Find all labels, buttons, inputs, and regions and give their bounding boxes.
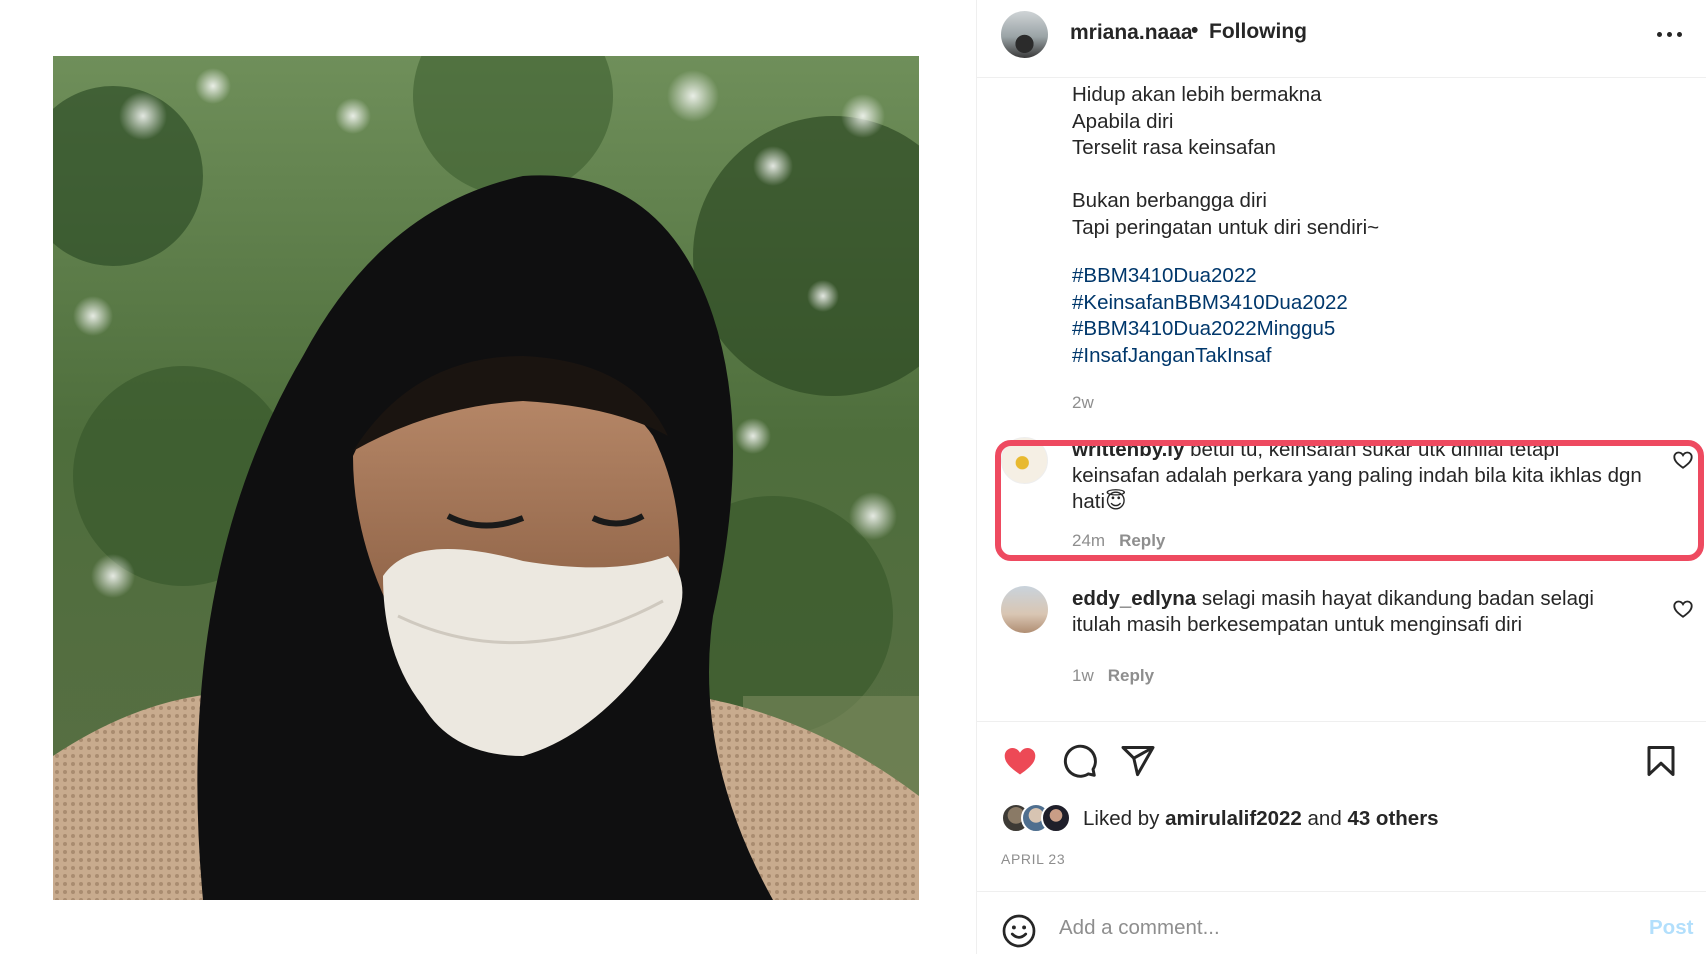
comment-emoji: 😇 bbox=[1105, 490, 1127, 513]
owner-avatar[interactable] bbox=[1001, 11, 1048, 58]
caption-timestamp[interactable]: 2w bbox=[1072, 393, 1094, 413]
comment-like-heart-icon[interactable] bbox=[1672, 449, 1694, 471]
comment-text: writtenby.ly betul tu, keinsafan sukar u… bbox=[1072, 437, 1642, 515]
likes-others-link[interactable]: 43 others bbox=[1347, 807, 1438, 830]
caption-line: Bukan berbangga diri bbox=[1072, 189, 1267, 212]
comment-like-heart-icon[interactable] bbox=[1672, 598, 1694, 620]
hashtag-link[interactable]: #BBM3410Dua2022 bbox=[1072, 263, 1672, 290]
like-heart-icon[interactable] bbox=[1001, 743, 1039, 779]
reply-button[interactable]: Reply bbox=[1119, 531, 1165, 550]
post-panel: mriana.naaa • Following Hidup akan lebih… bbox=[976, 0, 1706, 954]
likes-text: Liked by amirulalif2022 and 43 others bbox=[1083, 807, 1439, 831]
photo-hijab-portrait bbox=[53, 56, 919, 900]
comment-text: eddy_edlyna selagi masih hayat dikandung… bbox=[1072, 586, 1642, 638]
comment-composer: Post bbox=[977, 891, 1706, 954]
liker-avatar bbox=[1041, 803, 1071, 833]
add-comment-input[interactable] bbox=[1059, 908, 1579, 948]
comment-meta: 24m Reply bbox=[1072, 531, 1165, 551]
bookmark-icon[interactable] bbox=[1643, 743, 1679, 779]
caption-line bbox=[1072, 162, 1672, 189]
header-separator: • bbox=[1191, 19, 1199, 42]
comment-timestamp[interactable]: 1w bbox=[1072, 666, 1094, 685]
hashtag-link[interactable]: #InsafJanganTakInsaf bbox=[1072, 343, 1672, 370]
smiley-icon[interactable] bbox=[1001, 913, 1037, 949]
post-image[interactable] bbox=[53, 56, 919, 900]
owner-username[interactable]: mriana.naaa bbox=[1070, 21, 1193, 45]
liker-username[interactable]: amirulalif2022 bbox=[1165, 807, 1302, 830]
hashtag-link[interactable]: #KeinsafanBBM3410Dua2022 bbox=[1072, 290, 1672, 317]
comment-meta: 1w Reply bbox=[1072, 666, 1154, 686]
more-options-icon[interactable] bbox=[1653, 18, 1689, 48]
post-header: mriana.naaa • Following bbox=[977, 0, 1706, 78]
post-caption: Hidup akan lebih bermakna Apabila diri T… bbox=[1072, 82, 1672, 369]
caption-line: Terselit rasa keinsafan bbox=[1072, 136, 1276, 159]
send-icon[interactable] bbox=[1119, 743, 1157, 779]
commenter-avatar[interactable] bbox=[1001, 437, 1048, 484]
comment-timestamp[interactable]: 24m bbox=[1072, 531, 1105, 550]
post-comment-button[interactable]: Post bbox=[1649, 916, 1693, 940]
actions-divider bbox=[977, 721, 1706, 722]
likes-prefix: Liked by bbox=[1083, 807, 1160, 830]
hashtag-link[interactable]: #BBM3410Dua2022Minggu5 bbox=[1072, 316, 1672, 343]
post-date[interactable]: APRIL 23 bbox=[1001, 851, 1065, 867]
reply-button[interactable]: Reply bbox=[1108, 666, 1154, 685]
caption-line: Hidup akan lebih bermakna bbox=[1072, 83, 1322, 106]
likes-joiner: and bbox=[1307, 807, 1342, 830]
comment-icon[interactable] bbox=[1061, 743, 1099, 779]
comment-username[interactable]: eddy_edlyna bbox=[1072, 587, 1196, 610]
comment-username[interactable]: writtenby.ly bbox=[1072, 438, 1184, 461]
following-button[interactable]: Following bbox=[1209, 20, 1307, 44]
caption-line: Apabila diri bbox=[1072, 109, 1174, 133]
commenter-avatar[interactable] bbox=[1001, 586, 1048, 633]
caption-line: Tapi peringatan untuk diri sendiri~ bbox=[1072, 215, 1380, 239]
likes-summary: Liked by amirulalif2022 and 43 others bbox=[1001, 802, 1681, 836]
